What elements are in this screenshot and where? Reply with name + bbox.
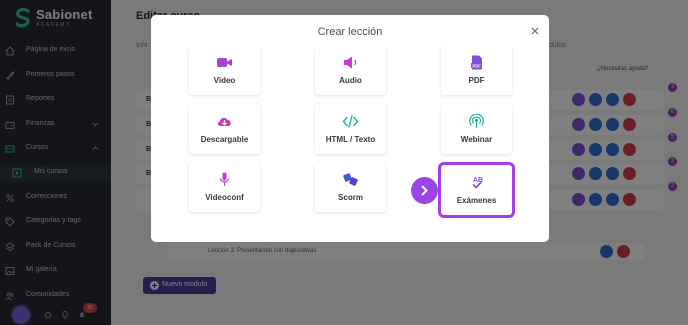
- close-icon[interactable]: [528, 24, 542, 38]
- speaker-icon: [344, 56, 357, 69]
- lesson-type-webinar[interactable]: Webinar: [441, 104, 512, 154]
- video-camera-icon: [217, 58, 232, 67]
- code-icon: [342, 115, 359, 128]
- create-lesson-modal: Crear lección Video Audio PDF PDF Descar…: [151, 15, 549, 242]
- lesson-type-audio[interactable]: Audio: [315, 45, 386, 95]
- puzzle-icon: [343, 173, 358, 186]
- lesson-type-videoconf[interactable]: Videoconf: [189, 162, 260, 212]
- next-arrow-button[interactable]: [411, 177, 438, 204]
- exam-ab-icon: AB: [472, 177, 483, 189]
- lesson-type-pdf[interactable]: PDF PDF: [441, 45, 512, 95]
- lesson-type-exams[interactable]: AB Exámenes: [441, 165, 512, 215]
- lesson-type-scorm[interactable]: Scorm: [315, 162, 386, 212]
- pdf-file-icon: PDF: [471, 55, 482, 70]
- cloud-download-icon: [217, 117, 231, 126]
- broadcast-icon: [469, 114, 484, 128]
- modal-title: Crear lección: [317, 26, 383, 38]
- microphone-icon: [219, 172, 230, 186]
- lesson-type-video[interactable]: Video: [189, 45, 260, 95]
- chevron-right-icon: [421, 185, 428, 196]
- lesson-type-html-text[interactable]: HTML / Texto: [315, 104, 386, 154]
- svg-text:PDF: PDF: [472, 63, 481, 68]
- lesson-type-downloadable[interactable]: Descargable: [189, 104, 260, 154]
